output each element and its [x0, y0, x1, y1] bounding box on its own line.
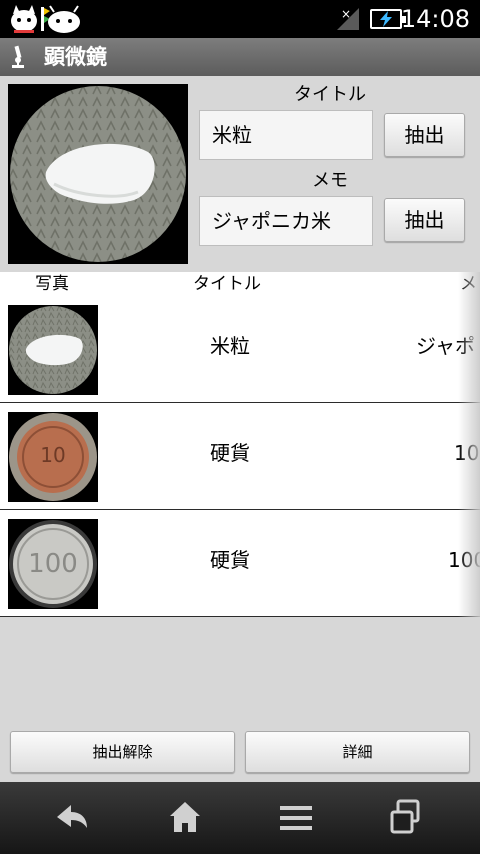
- header-title: タイトル: [193, 274, 261, 294]
- photo-list[interactable]: 写真 タイトル メ 米粒 ジャポ 10 硬貨 10 100 硬貨 100: [0, 272, 480, 617]
- list-item[interactable]: 100 硬貨 100: [0, 511, 480, 617]
- app-title: 顕微鏡: [44, 45, 107, 69]
- recent-apps-icon[interactable]: [376, 792, 436, 842]
- details-button[interactable]: 詳細: [245, 731, 470, 773]
- extract-memo-button[interactable]: 抽出: [384, 198, 465, 242]
- back-icon[interactable]: [41, 792, 101, 842]
- row-title: 硬貨: [210, 441, 250, 465]
- title-label: タイトル: [294, 84, 366, 105]
- rice-grain-preview-image: [8, 84, 188, 264]
- title-field[interactable]: 米粒: [199, 110, 373, 160]
- row-memo: 10: [454, 441, 480, 465]
- coin-100-yen-icon: 100: [8, 519, 98, 609]
- battery-charging-icon: [370, 9, 406, 29]
- clock: 14:08: [400, 5, 470, 33]
- extract-title-button[interactable]: 抽出: [384, 113, 465, 157]
- list-item[interactable]: 米粒 ジャポ: [0, 297, 480, 403]
- svg-text:100: 100: [28, 549, 78, 579]
- header-memo: メ: [460, 274, 477, 294]
- row-memo: 100: [448, 548, 480, 572]
- rice-grain-icon: [8, 305, 98, 395]
- navigation-bar: [0, 782, 480, 854]
- microscope-icon: [12, 45, 24, 68]
- row-title: 硬貨: [210, 548, 250, 572]
- svg-text:10: 10: [40, 443, 65, 467]
- menu-icon[interactable]: [266, 792, 326, 842]
- list-header: 写真 タイトル メ: [0, 272, 480, 296]
- memo-label: メモ: [312, 170, 348, 191]
- row-memo: ジャポ: [416, 334, 475, 358]
- editor-panel: タイトル 米粒 抽出 メモ ジャポニカ米 抽出: [0, 76, 480, 272]
- svg-text:×: ×: [341, 7, 351, 21]
- clear-extract-button[interactable]: 抽出解除: [10, 731, 235, 773]
- coin-10-yen-icon: 10: [8, 412, 98, 502]
- row-title: 米粒: [210, 334, 250, 358]
- android-mascot-icon: [48, 5, 80, 33]
- header-photo: 写真: [35, 274, 69, 294]
- status-bar: × 14:08: [0, 0, 480, 38]
- home-icon[interactable]: [155, 792, 215, 842]
- dog-mascot-icon: [11, 5, 37, 33]
- signal-icon: ×: [337, 7, 359, 30]
- app-title-bar: 顕微鏡: [0, 38, 480, 76]
- list-item[interactable]: 10 硬貨 10: [0, 404, 480, 510]
- memo-field[interactable]: ジャポニカ米: [199, 196, 373, 246]
